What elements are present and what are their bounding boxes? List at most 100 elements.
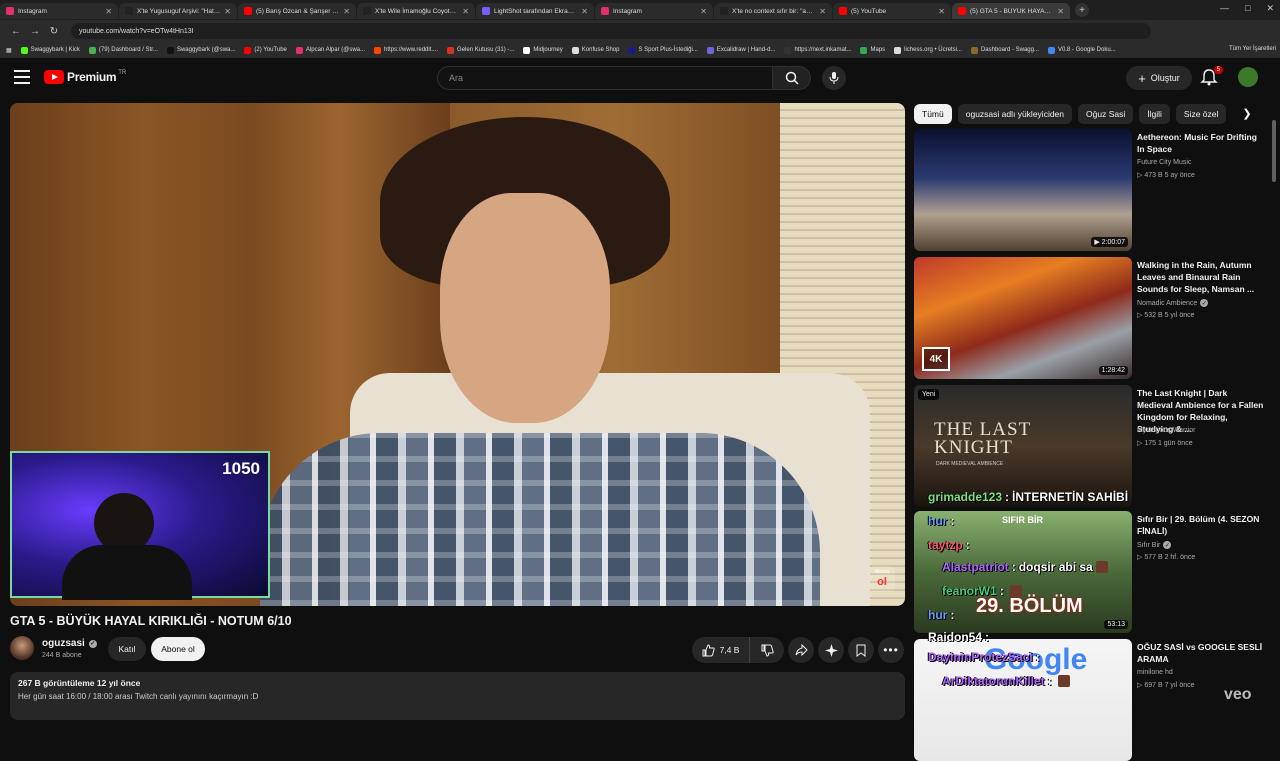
browser-tab[interactable]: (5) GTA 5 - BÜYÜK HAYAL K ✕ [952,3,1070,19]
description-box[interactable]: 267 B görüntüleme 12 yıl önce Her gün sa… [10,672,905,720]
filter-chip[interactable]: Tümü [914,104,952,124]
close-tab-icon[interactable]: ✕ [462,7,469,16]
search-button[interactable] [773,66,811,90]
scrollbar[interactable] [1272,120,1276,182]
recommended-channel[interactable]: Future City Music [1137,159,1191,166]
video-frame-face [440,193,610,423]
bookmark-item[interactable]: Dashboard - Swagg... [970,46,1039,54]
bookmark-item[interactable]: Konfuse Shop [571,46,619,54]
browser-tab[interactable]: X'te Wile İmamoğlu Coyote ◆ ✕ [357,3,475,19]
channel-name-row[interactable]: oguzsasi ✓ [42,638,97,649]
bookmark-item[interactable]: Midjourney [523,46,563,54]
video-player[interactable]: 1050 Abone ol [10,103,905,606]
close-window-icon[interactable]: ✕ [1266,3,1274,14]
recommended-video[interactable]: Google OĞUZ SASİ vs GOOGLE SESLİ ARAMA min… [914,639,1264,761]
bookmark-item[interactable]: https://www.reddit.... [374,46,438,54]
chevron-right-icon[interactable]: ❯ [1238,104,1256,122]
recommended-title[interactable]: Sıfır Bir | 29. Bölüm (4. SEZON FİNALİ) [1137,513,1264,537]
back-icon[interactable]: ← [8,23,24,39]
recommended-channel[interactable]: Sıfır Bir [1137,542,1160,549]
like-button[interactable]: 7,4 B [692,637,750,663]
filter-chip[interactable]: İlgili [1139,104,1170,124]
close-tab-icon[interactable]: ✕ [1057,7,1064,16]
channel-avatar[interactable] [10,636,34,660]
browser-tab[interactable]: Instagram ✕ [0,3,118,19]
video-thumbnail[interactable]: ▶ 2:00:07 [914,129,1132,251]
youtube-logo[interactable]: Premium TR [44,70,126,84]
browser-tab[interactable]: X'te no context sıfır bir: "açlığa ✕ [714,3,832,19]
video-thumbnail[interactable]: THE LAST KNIGHT DARK MEDIEVAL AMBIENCE Yen… [914,385,1132,507]
browser-tab[interactable]: Instagram ✕ [595,3,713,19]
recommended-channel-row[interactable]: Sıfır Bir ✓ [1137,541,1172,549]
bookmark-item[interactable]: Swaggybark (@swa... [166,46,235,54]
video-thumbnail[interactable]: Google [914,639,1132,761]
voice-search-button[interactable] [822,66,846,90]
bookmark-item[interactable]: V0.8 - Google Doku... [1047,46,1116,54]
recommended-channel-row[interactable]: Nomadic Ambience ✓ [1137,299,1209,307]
recommended-video[interactable]: THE LAST KNIGHT DARK MEDIEVAL AMBIENCE Yen… [914,385,1264,507]
join-button[interactable]: Katıl [108,637,146,661]
recommended-channel[interactable]: minilone hd [1137,669,1173,676]
recommended-title[interactable]: Walking in the Rain, Autumn Leaves and B… [1137,259,1264,295]
close-tab-icon[interactable]: ✕ [105,7,112,16]
dislike-button[interactable] [750,644,784,657]
recommended-video[interactable]: 4K 1:28:42 Walking in the Rain, Autumn Lea… [914,257,1264,379]
browser-tab[interactable]: (5) Barış Özcan & Şarışer - Kon ✕ [238,3,356,19]
close-tab-icon[interactable]: ✕ [819,7,826,16]
browser-tab[interactable]: X'te Yugusuguf Arşivi: "Hatalı dı ✕ [119,3,237,19]
video-thumbnail[interactable]: SIFIR BİR 29. BÖLÜM 53:13 [914,511,1132,633]
recommended-channel-row[interactable]: Future City Music [1137,159,1191,166]
bookmark-item[interactable]: Alpcan Alpar (@swa... [295,46,365,54]
recommended-title[interactable]: Aethereon: Music For Drifting In Space [1137,131,1264,155]
recommended-channel[interactable]: Nomadic Ambience [1137,300,1197,307]
more-actions-button[interactable]: ••• [878,637,904,663]
close-tab-icon[interactable]: ✕ [343,7,350,16]
bookmark-item[interactable]: Swaggybark | Kick [20,46,80,54]
close-tab-icon[interactable]: ✕ [224,7,231,16]
filter-chip[interactable]: Size özel [1175,104,1227,124]
channel-name[interactable]: oguzsasi [42,638,85,649]
recommended-channel[interactable]: Mysterious Warrior [1137,427,1195,434]
filter-chip[interactable]: Oğuz Sasi [1078,104,1134,124]
browser-tab[interactable]: (5) YouTube ✕ [833,3,951,19]
thumbs-up-icon [702,643,715,656]
video-thumbnail[interactable]: 4K 1:28:42 [914,257,1132,379]
recommended-title[interactable]: OĞUZ SASİ vs GOOGLE SESLİ ARAMA [1137,641,1264,665]
bookmark-item[interactable]: (2) YouTube [244,46,287,54]
recommended-channel-row[interactable]: Mysterious Warrior [1137,427,1195,434]
share-button[interactable] [788,637,814,663]
close-tab-icon[interactable]: ✕ [581,7,588,16]
recommended-video[interactable]: ▶ 2:00:07 Aethereon: Music For Drifting I… [914,129,1264,251]
apps-icon[interactable]: ▦ [6,47,12,54]
browser-tab[interactable]: LightShot tarafından Ekran Gör ✕ [476,3,594,19]
bookmark-item[interactable]: lichess.org • Ücretsi... [894,46,962,54]
ask-ai-button[interactable] [818,637,844,663]
forward-icon[interactable]: → [27,23,43,39]
recommended-video[interactable]: SIFIR BİR 29. BÖLÜM 53:13 Sıfır Bir | 29. B… [914,511,1264,633]
bookmark-item[interactable]: https://next.inkamat... [784,46,851,54]
subscribe-button[interactable]: Abone ol [151,637,205,661]
filter-chip[interactable]: oguzsasi adlı yükleyiciden [957,104,1073,124]
minimize-icon[interactable]: — [1220,3,1229,14]
maximize-icon[interactable]: □ [1245,3,1250,14]
bookmark-item[interactable]: S Sport Plus-İstediği... [628,46,698,54]
notifications-button[interactable]: 5 [1200,66,1223,90]
all-bookmarks-link[interactable]: Tüm Yer İşaretleri [1229,46,1276,52]
url-field[interactable]: youtube.com/watch?v=eOTw4tHn13I [71,23,1151,39]
bookmark-list: Swaggybark | Kick (79) Dashboard / Str...… [20,46,1125,54]
bookmark-item[interactable]: (79) Dashboard / Str... [88,46,158,54]
save-button[interactable] [848,637,874,663]
menu-icon[interactable] [14,70,30,84]
bookmark-item[interactable]: Maps [860,46,885,54]
account-avatar[interactable] [1238,67,1258,87]
new-tab-button[interactable]: + [1075,3,1089,17]
search-input[interactable]: Ara [437,66,773,90]
bookmark-item[interactable]: Gelen Kutusu (31) -... [447,46,514,54]
subscribe-watermark[interactable]: Abone ol [869,566,895,592]
bookmark-item[interactable]: Excalidraw | Hand-d... [706,46,775,54]
recommended-channel-row[interactable]: minilone hd [1137,669,1173,676]
close-tab-icon[interactable]: ✕ [700,7,707,16]
close-tab-icon[interactable]: ✕ [938,7,945,16]
create-button[interactable]: + Oluştur [1126,66,1192,90]
reload-icon[interactable]: ↻ [46,23,62,39]
